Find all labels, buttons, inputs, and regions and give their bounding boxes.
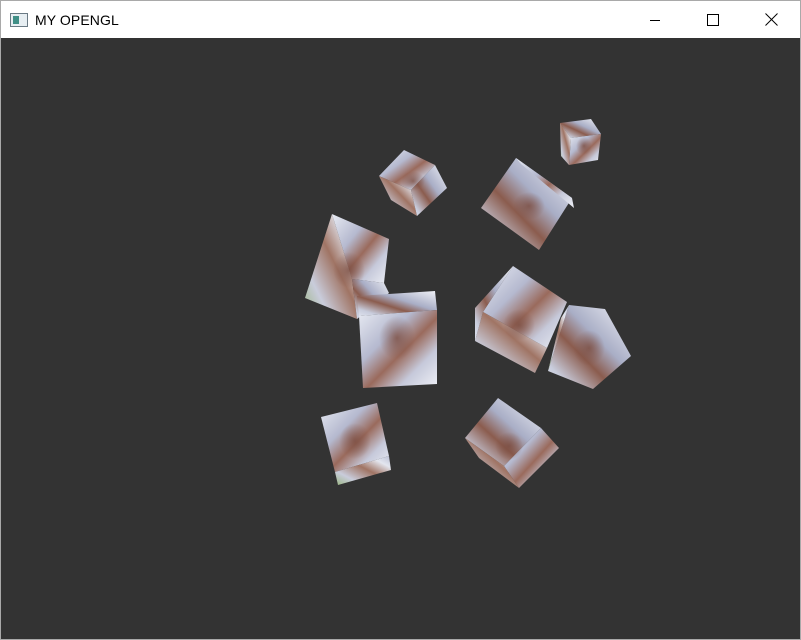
title-bar[interactable]: MY OPENGL — [1, 1, 800, 38]
app-window: MY OPENGL — [0, 0, 801, 640]
cube-scene — [305, 119, 631, 488]
close-icon — [764, 13, 778, 26]
opengl-viewport[interactable] — [1, 38, 800, 639]
cube-1 — [560, 119, 601, 165]
maximize-icon — [707, 13, 719, 26]
window-controls — [626, 1, 800, 38]
cube-9 — [465, 398, 559, 488]
close-button[interactable] — [742, 1, 800, 38]
cube-3 — [481, 158, 574, 250]
cube-8 — [321, 403, 391, 485]
window-app-icon[interactable] — [10, 12, 28, 27]
window-title: MY OPENGL — [35, 11, 119, 28]
maximize-button[interactable] — [684, 1, 742, 38]
minimize-icon — [650, 19, 660, 21]
cube-2 — [379, 150, 447, 216]
minimize-button[interactable] — [626, 1, 684, 38]
cube-5 — [357, 291, 437, 388]
cube-7 — [548, 305, 631, 389]
